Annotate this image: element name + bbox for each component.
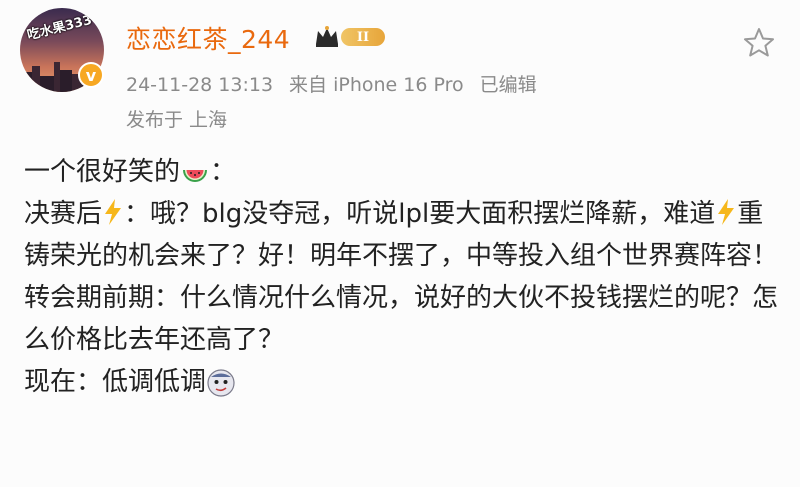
username-link[interactable]: 恋恋红茶_244 <box>126 20 290 56</box>
content-line: 决赛后 ：哦？blg没夺冠，听说lpl要大面积摆烂降薪，难道 重铸荣光的机会来了… <box>24 199 779 271</box>
lightning-emoji <box>105 199 122 225</box>
watermelon-emoji <box>183 169 208 182</box>
lightning-emoji <box>718 199 735 225</box>
level-badge[interactable]: II <box>313 24 387 50</box>
sly-face-emoji <box>207 368 235 397</box>
post-date: 24-11-28 13:13 <box>126 74 274 96</box>
crown-icon <box>316 26 338 47</box>
post-content: 一个很好笑的 ： 决赛后 ：哦？blg没夺冠，听说lpl要大面积摆烂降薪，难道 … <box>24 151 784 403</box>
post-location: 发布于 上海 <box>126 109 228 131</box>
post-meta: 24-11-28 13:13 来自 iPhone 16 Pro 已编辑 <box>126 70 553 97</box>
avatar-text: 吃水果333 <box>25 12 94 44</box>
star-outline-icon[interactable] <box>742 26 776 58</box>
level-label: II <box>341 28 385 46</box>
edited-label[interactable]: 已编辑 <box>480 74 537 96</box>
content-line: 转会期前期：什么情况什么情况，说好的大伙不投钱摆烂的呢？怎么价格比去年还高了？ <box>24 283 779 355</box>
content-line: 现在：低调低调 <box>24 361 784 403</box>
content-line: 一个很好笑的 ： <box>24 157 237 187</box>
verified-badge: v <box>78 62 104 88</box>
post-source: 来自 iPhone 16 Pro <box>289 74 464 96</box>
